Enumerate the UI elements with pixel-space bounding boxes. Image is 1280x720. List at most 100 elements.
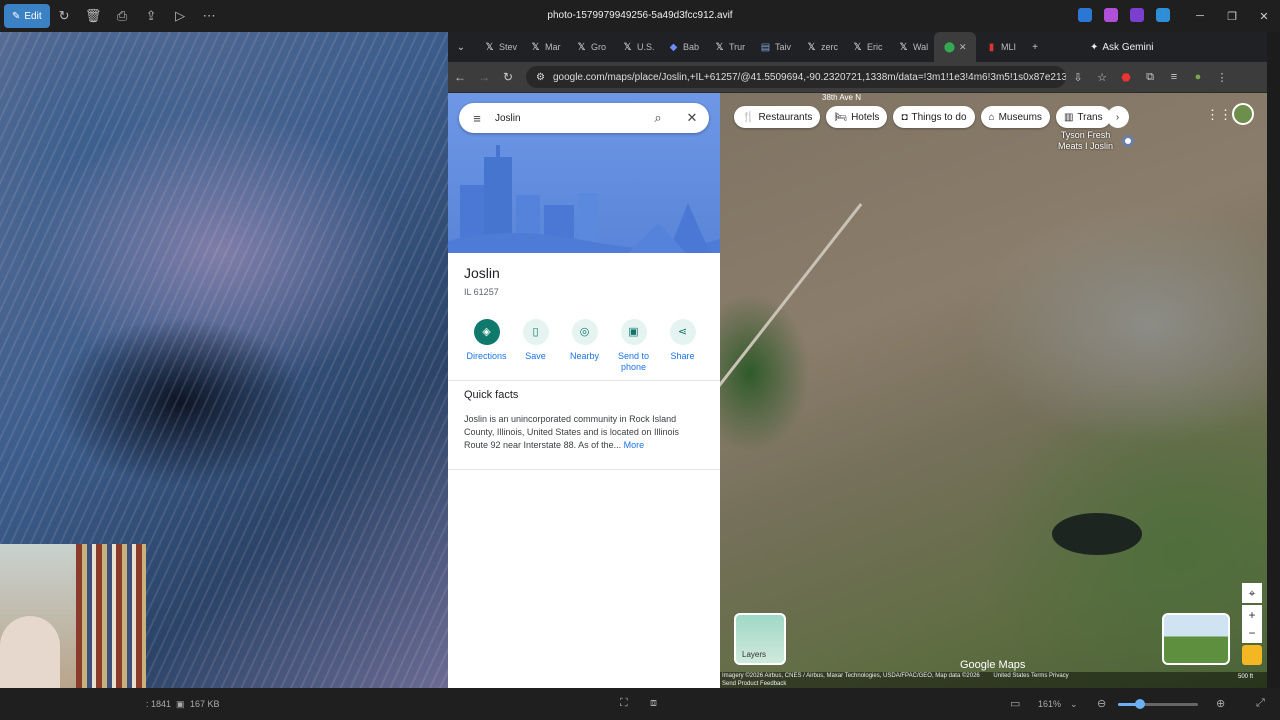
browser-tab[interactable]: 𝕏 Eric [842,32,888,62]
browser-tab[interactable]: 𝕏 Gro [566,32,612,62]
close-tab-icon[interactable]: ✕ [959,42,967,53]
action-label: Directions [466,351,507,361]
slideshow-icon[interactable]: ▷ [166,0,195,32]
zoom-in-icon[interactable]: ⊕ [1216,697,1225,710]
browser-tab[interactable]: 𝕏 Wal [888,32,934,62]
save-button[interactable]: ▯ Save [511,319,560,373]
zoom-slider-handle[interactable] [1135,699,1146,709]
maps-search-box[interactable]: ≡ Joslin ⌕ ✕ [459,103,709,133]
divider [448,380,720,381]
account-avatar[interactable] [1232,103,1254,125]
browser-tab[interactable]: 𝕏 U.S. [612,32,658,62]
browser-tab[interactable]: 𝕏 Stev [474,32,520,62]
ask-gemini-button[interactable]: ✦ Ask Gemini [1090,42,1154,53]
share-button[interactable]: ⋖ Share [658,319,707,373]
delete-icon[interactable]: 🗑 [79,0,108,32]
webcam-overlay [0,544,146,688]
share-icon: ⋖ [669,319,696,345]
browser-tab[interactable]: ◆ Bab [658,32,704,62]
attribution-links[interactable]: United States Terms Privacy [993,673,1068,679]
browser-menu-icon[interactable]: ⋮ [1210,71,1234,84]
poi-pin-icon[interactable] [1122,135,1134,147]
actual-size-icon[interactable]: ▭ [1010,697,1020,710]
more-link[interactable]: More [624,440,645,450]
chip-transit[interactable]: ▥ Trans [1055,106,1111,128]
browser-tab[interactable]: ▤ Taiv [750,32,796,62]
zoom-level[interactable]: 161% [1038,699,1061,709]
action-label: Save [525,351,546,361]
tray-app-icon[interactable] [1078,8,1092,22]
google-apps-icon[interactable]: ⋮⋮ [1206,107,1232,123]
tab-label: zerc [821,42,839,52]
layers-button[interactable]: Layers [734,613,786,665]
directions-button[interactable]: ◈ Directions [462,319,511,373]
zoom-in-icon[interactable]: + [1242,605,1262,625]
pegman-icon[interactable] [1242,645,1262,665]
zoom-out-icon[interactable]: − [1242,623,1262,643]
road-label: 38th Ave N [822,93,861,102]
tray-app-icon[interactable] [1104,8,1118,22]
chip-hotels[interactable]: 🛏 Hotels [826,106,888,128]
poi-label[interactable]: Tyson Fresh Meats I Joslin [1058,130,1113,152]
file-size: 167 KB [190,699,220,709]
zoom-out-icon[interactable]: ⊖ [1097,697,1106,710]
more-options-icon[interactable]: ⋯ [195,0,224,32]
chip-things-to-do[interactable]: ◘ Things to do [893,106,975,128]
back-icon[interactable]: ← [448,70,472,84]
tab-search-icon[interactable]: ⌄ [448,42,474,53]
clear-search-icon[interactable]: ✕ [675,110,709,126]
menu-icon[interactable]: ≡ [459,111,495,126]
reading-list-icon[interactable]: ≡ [1162,71,1186,83]
poi-line-1: Tyson Fresh [1060,130,1111,140]
crop-icon[interactable]: ⧈ [650,697,657,710]
minimize-icon[interactable]: ─ [1184,0,1216,32]
site-info-icon[interactable]: ⚙ [536,72,545,83]
tab-label: MLI [1001,42,1017,52]
browser-tab[interactable]: 𝕏 Mar [520,32,566,62]
scale-bar[interactable]: 500 ft [1238,674,1253,680]
install-app-icon[interactable]: ⇩ [1066,71,1090,84]
browser-tab-active[interactable]: ⬤ ✕ [934,32,976,62]
profile-avatar[interactable]: ● [1186,71,1210,83]
satellite-map[interactable]: 38th Ave N 🍴 Restaurants 🛏 Hotels ◘ Things … [720,93,1267,688]
close-icon[interactable]: ✕ [1248,0,1280,32]
zoom-slider[interactable] [1118,699,1198,709]
send-to-phone-button[interactable]: ▣ Send to phone [609,319,658,373]
maximize-icon[interactable]: ❐ [1216,0,1248,32]
photo-viewer-toolbar: ✎ Edit ↻ 🗑 ⎙ ⇪ ▷ ⋯ photo-1579979949256-5… [0,0,1280,32]
send-feedback-link[interactable]: Send Product Feedback [722,681,786,687]
chip-museums[interactable]: ⌂ Museums [980,106,1050,128]
tab-label: U.S. [637,42,655,52]
chevron-right-icon[interactable]: › [1106,106,1129,128]
extensions-icon[interactable]: ⧉ [1138,71,1162,84]
street-view-thumbnail[interactable] [1162,613,1230,665]
x-logo-icon: 𝕏 [715,41,724,53]
my-location-icon[interactable]: ⌖ [1242,583,1262,603]
search-icon[interactable]: ⌕ [641,110,675,126]
tray-app-icon[interactable] [1156,8,1170,22]
share-icon[interactable]: ⇪ [137,0,166,32]
image-dimensions: : 1841 [146,699,172,709]
tray-app-icon[interactable] [1130,8,1144,22]
browser-tab[interactable]: 𝕏zerc [796,32,842,62]
bookmark-star-icon[interactable]: ☆ [1090,71,1114,84]
browser-tab[interactable]: 𝕏 Trur [704,32,750,62]
edit-button[interactable]: ✎ Edit [4,4,50,28]
attribution-text: Imagery ©2026 Airbus, CNES / Airbus, Max… [722,673,980,679]
search-input[interactable]: Joslin [495,113,641,124]
browser-tab[interactable]: ▮ MLI [976,32,1022,62]
zoom-dropdown-icon[interactable]: ⌄ [1070,699,1078,710]
fullscreen-icon[interactable]: ⤢ [1256,697,1265,710]
nearby-button[interactable]: ◎ Nearby [560,319,609,373]
send-to-phone-icon: ▣ [620,319,647,345]
forward-icon[interactable]: → [472,70,496,84]
reload-icon[interactable]: ↻ [496,70,520,84]
rotate-icon[interactable]: ↻ [50,0,79,32]
new-tab-icon[interactable]: + [1022,42,1048,53]
fit-screen-icon[interactable]: ⛶ [620,697,628,710]
address-bar[interactable]: ⚙ google.com/maps/place/Joslin,+IL+61257/… [526,66,1066,88]
print-icon[interactable]: ⎙ [108,0,137,32]
adblock-icon[interactable]: ⬣ [1114,71,1138,84]
chip-restaurants[interactable]: 🍴 Restaurants [734,106,821,128]
chip-label: Things to do [911,111,967,123]
